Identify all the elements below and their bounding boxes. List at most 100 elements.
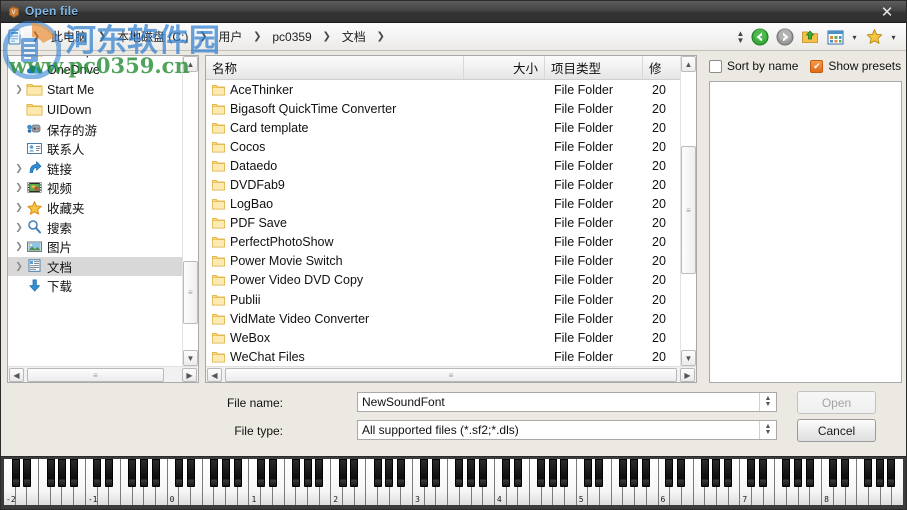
piano-black-key[interactable] [677, 459, 686, 487]
table-row[interactable]: DVDFab9 File Folder 20 [206, 175, 680, 194]
piano-black-key[interactable] [70, 459, 79, 487]
presets-list[interactable] [709, 81, 902, 383]
piano-black-key[interactable] [782, 459, 791, 487]
table-row[interactable]: Publii File Folder 20 [206, 290, 680, 309]
piano-black-key[interactable] [700, 459, 709, 487]
scroll-right-button[interactable]: ▶ [182, 368, 197, 382]
column-header-name[interactable]: 名称 [206, 56, 464, 79]
sidebar-scroll-thumb[interactable]: ≡ [183, 261, 198, 324]
piano-black-key[interactable] [210, 459, 219, 487]
table-row[interactable]: AceThinker File Folder 20 [206, 80, 680, 99]
filelist-scroll-thumb[interactable]: ≡ [681, 146, 696, 274]
scroll-left-button[interactable]: ◀ [9, 368, 24, 382]
checkbox-box[interactable]: ✔ [810, 59, 824, 73]
scroll-up-button[interactable]: ▲ [183, 56, 198, 72]
file-type-select[interactable]: All supported files (*.sf2;*.dls) ▲ ▼ [357, 420, 777, 440]
piano-black-key[interactable] [373, 459, 382, 487]
piano-black-key[interactable] [758, 459, 767, 487]
scroll-right-button[interactable]: ▶ [680, 368, 695, 382]
table-row[interactable]: WeBox File Folder 20 [206, 328, 680, 347]
piano-black-key[interactable] [747, 459, 756, 487]
show-presets-checkbox[interactable]: ✔ Show presets [810, 59, 901, 73]
piano-black-key[interactable] [665, 459, 674, 487]
breadcrumb-item-3[interactable]: pc0359 [265, 27, 318, 48]
forward-button[interactable] [773, 25, 797, 49]
checkbox-box[interactable] [709, 59, 722, 73]
table-row[interactable]: LogBao File Folder 20 [206, 195, 680, 214]
column-header-size[interactable]: 大小 [464, 56, 545, 79]
spinner-down-icon[interactable]: ▼ [765, 429, 772, 436]
table-row[interactable]: Cocos File Folder 20 [206, 137, 680, 156]
filelist-horizontal-scrollbar[interactable]: ◀ ≡ ▶ [206, 366, 696, 382]
piano-black-key[interactable] [863, 459, 872, 487]
path-spinner[interactable]: ▲ ▼ [734, 27, 747, 47]
file-name-spinner[interactable]: ▲ ▼ [759, 393, 776, 411]
table-row[interactable]: WeChat Files File Folder 20 [206, 347, 680, 366]
piano-black-key[interactable] [128, 459, 137, 487]
breadcrumb-separator-0[interactable]: ❯ [94, 29, 110, 45]
file-type-spinner[interactable]: ▲ ▼ [759, 421, 776, 439]
piano-black-key[interactable] [840, 459, 849, 487]
expander-icon[interactable]: ❯ [12, 182, 26, 193]
piano-black-key[interactable] [58, 459, 67, 487]
sidebar-item-start-menu[interactable]: ❯ Start Me [8, 80, 184, 100]
favorites-button[interactable] [862, 25, 886, 49]
piano-black-key[interactable] [887, 459, 896, 487]
piano-black-key[interactable] [478, 459, 487, 487]
piano-black-key[interactable] [723, 459, 732, 487]
sidebar-item-downloads[interactable]: 下载 [8, 276, 184, 296]
expander-icon[interactable]: ❯ [12, 163, 26, 174]
piano-black-key[interactable] [385, 459, 394, 487]
piano-black-key[interactable] [256, 459, 265, 487]
piano-black-key[interactable] [93, 459, 102, 487]
breadcrumb-item-2[interactable]: 用户 [211, 27, 249, 48]
filelist-hscroll-thumb[interactable]: ≡ [225, 368, 677, 382]
sidebar-item-videos[interactable]: ❯ 视频 [8, 178, 184, 198]
table-row[interactable]: PDF Save File Folder 20 [206, 214, 680, 233]
piano-black-key[interactable] [712, 459, 721, 487]
piano-black-key[interactable] [828, 459, 837, 487]
breadcrumb-item-4[interactable]: 文档 [335, 27, 373, 48]
breadcrumb-separator-1[interactable]: ❯ [195, 29, 211, 45]
back-button[interactable] [748, 25, 772, 49]
table-row[interactable]: PerfectPhotoShow File Folder 20 [206, 233, 680, 252]
piano-black-key[interactable] [221, 459, 230, 487]
spinner-down-icon[interactable]: ▼ [737, 37, 745, 45]
view-mode-caret-icon[interactable]: ▾ [848, 26, 861, 48]
piano-black-key[interactable] [151, 459, 160, 487]
piano-black-key[interactable] [105, 459, 114, 487]
breadcrumb-item-0[interactable]: 此电脑 [44, 27, 94, 48]
piano-black-key[interactable] [583, 459, 592, 487]
piano-black-key[interactable] [420, 459, 429, 487]
piano-keyboard[interactable]: -2 -1 0 1 2 3 4 5 6 7 8 [1, 456, 906, 509]
piano-black-key[interactable] [793, 459, 802, 487]
piano-black-key[interactable] [431, 459, 440, 487]
expander-icon[interactable]: ❯ [12, 84, 26, 95]
piano-black-key[interactable] [560, 459, 569, 487]
piano-black-key[interactable] [548, 459, 557, 487]
file-name-input[interactable]: NewSoundFont ▲ ▼ [357, 392, 777, 412]
sidebar-item-links[interactable]: ❯ 链接 [8, 159, 184, 179]
piano-black-key[interactable] [46, 459, 55, 487]
sidebar-item-saved-games[interactable]: 保存的游 [8, 119, 184, 139]
breadcrumb-separator[interactable]: ❯ [28, 29, 44, 45]
close-button[interactable]: ✕ [876, 3, 898, 21]
table-row[interactable]: Card template File Folder 20 [206, 118, 680, 137]
column-header-type[interactable]: 项目类型 [545, 56, 643, 79]
piano-black-key[interactable] [11, 459, 20, 487]
piano-black-key[interactable] [23, 459, 32, 487]
piano-black-key[interactable] [338, 459, 347, 487]
piano-black-key[interactable] [291, 459, 300, 487]
table-row[interactable]: Power Movie Switch File Folder 20 [206, 252, 680, 271]
filelist-vertical-scrollbar[interactable]: ▲ ≡ ▼ [680, 56, 696, 366]
breadcrumb-separator-3[interactable]: ❯ [319, 29, 335, 45]
piano-black-key[interactable] [805, 459, 814, 487]
scroll-left-button[interactable]: ◀ [207, 368, 222, 382]
computer-icon[interactable] [5, 27, 26, 47]
expander-icon[interactable]: ❯ [12, 202, 26, 213]
piano-black-key[interactable] [875, 459, 884, 487]
sidebar-item-documents[interactable]: ❯ 文档 [8, 256, 184, 277]
piano-black-key[interactable] [513, 459, 522, 487]
piano-black-key[interactable] [268, 459, 277, 487]
piano-black-key[interactable] [618, 459, 627, 487]
